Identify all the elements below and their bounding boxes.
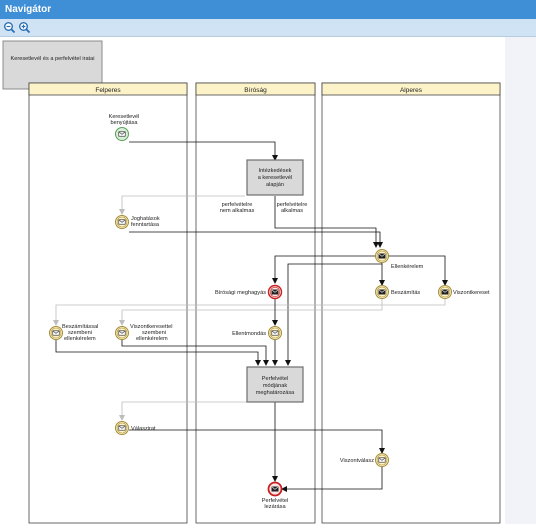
event-viszontkereset-label: Viszontkereset (453, 290, 490, 296)
zoom-in-icon[interactable] (18, 21, 31, 34)
event-joghatasok[interactable]: Joghatások fenntartása (115, 215, 160, 229)
start-event-line2: benyújtása (110, 120, 138, 126)
event-joghatasok-line2: fenntartása (131, 222, 160, 228)
process-diagram: Keresetlevél és a perfelvétel iratai Fel… (2, 40, 501, 524)
task-perfelvetel-line3: meghatározása (256, 390, 295, 396)
task-perfelvetel-line2: módjának (263, 383, 287, 389)
lane-title-felperes: Felperes (95, 87, 121, 94)
task-perfelvetel[interactable]: Perfelvétel módjának meghatározása (246, 366, 304, 403)
flow-label-nem-alkalmas-line2: nem alkalmas (220, 208, 255, 214)
task-perfelvetel-line1: Perfelvétel (262, 376, 288, 382)
event-viszontkeresettel[interactable]: Viszontkeresettel szembeni ellenkérelem (115, 324, 173, 342)
event-viszontvalasz-label: Viszontválasz (340, 458, 374, 464)
header-task[interactable]: Keresetlevél és a perfelvétel iratai (2, 40, 103, 90)
event-viszontkeresettel-line3: ellenkérelem (136, 336, 168, 342)
app-title: Navigátor (0, 0, 536, 19)
flow-label-alkalmas-line2: alkalmas (281, 208, 303, 214)
lane-birosag: Bíróság (195, 82, 316, 524)
task-intezkedes-line1: Intézkedések (259, 168, 292, 174)
lane-title-alperes: Alperes (400, 87, 423, 94)
task-intezkedes[interactable]: Intézkedések a keresetlevél alapján (246, 159, 304, 196)
event-ellentmondas-label: Ellentmondás (232, 331, 266, 337)
task-intezkedes-line2: a keresetlevél (258, 175, 293, 181)
flow-label-nem-alkalmas: perfelvételre nem alkalmas (220, 202, 255, 214)
end-event-line2: lezárása (264, 504, 286, 510)
event-ellenkerelem-label: Ellenkérelem (391, 264, 424, 270)
event-birosagi-meghagyas-label: Bírósági meghagyás (215, 290, 266, 296)
lane-alperes: Alperes (321, 82, 501, 524)
flow-label-alkalmas: perfelvételre alkalmas (277, 202, 308, 214)
event-beszamitassal[interactable]: Beszámítással szembeni ellenkérelem (49, 324, 99, 342)
toolbar (0, 19, 536, 37)
lane-felperes: Felperes (28, 82, 188, 524)
right-side-panel (505, 37, 536, 524)
task-intezkedes-line3: alapján (266, 182, 284, 188)
lane-title-birosag: Bíróság (244, 87, 267, 94)
zoom-out-icon[interactable] (3, 21, 16, 34)
event-valaszirat-label: Válaszirat (131, 426, 156, 432)
header-task-label: Keresetlevél és a perfelvétel iratai (11, 56, 95, 62)
diagram-canvas: Keresetlevél és a perfelvétel iratai Fel… (0, 37, 505, 524)
event-beszamitas-label: Beszámítás (391, 290, 420, 296)
event-beszamitassal-line3: ellenkérelem (64, 336, 96, 342)
